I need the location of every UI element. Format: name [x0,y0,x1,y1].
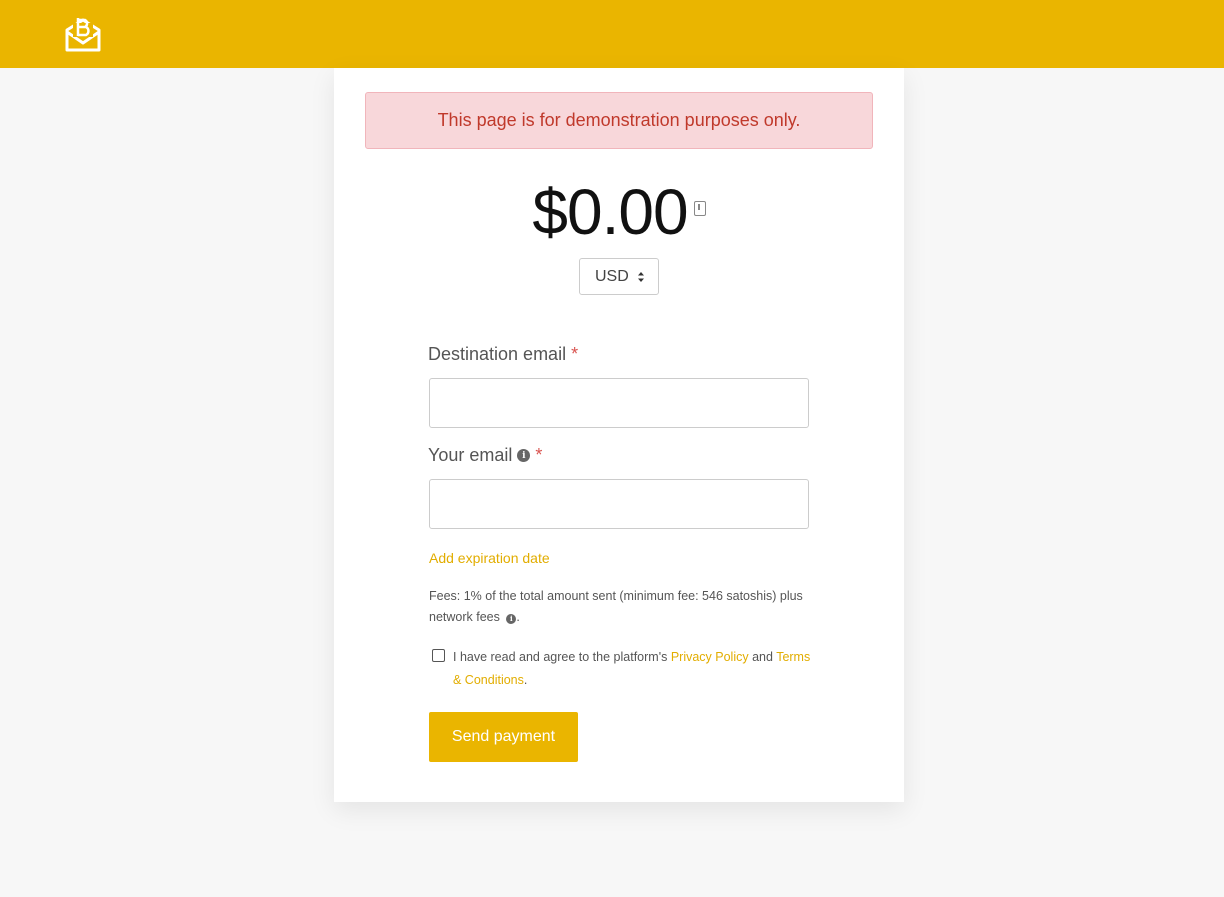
agree-and: and [748,650,777,664]
envelope-bitcoin-logo-icon[interactable] [64,14,102,54]
your-email-label-text: Your email [428,445,513,465]
top-bar [0,0,1224,68]
amount-display: $0.00 [334,174,904,250]
agree-checkbox[interactable] [432,649,445,662]
fees-end: . [516,610,520,624]
demo-alert-text: This page is for demonstration purposes … [437,110,801,130]
destination-email-label-text: Destination email [428,344,567,364]
your-email-field[interactable] [429,479,809,529]
info-icon[interactable]: i [517,449,531,462]
currency-selected-value: USD [595,267,629,285]
payment-card: This page is for demonstration purposes … [334,68,904,802]
add-expiration-date-link[interactable]: Add expiration date [429,550,550,566]
send-payment-button[interactable]: Send payment [429,712,578,762]
your-email-label: Your email i * [428,445,542,466]
select-caret-icon [638,272,644,282]
currency-select[interactable]: USD [579,258,659,295]
demo-alert: This page is for demonstration purposes … [365,92,873,149]
receipt-icon[interactable] [693,200,706,216]
amount-value: $0.00 [532,176,688,248]
fees-note: Fees: 1% of the total amount sent (minim… [429,586,819,628]
required-mark: * [535,445,543,465]
agree-text: I have read and agree to the platform's … [453,646,818,692]
destination-email-label: Destination email * [428,344,578,365]
agree-prefix: I have read and agree to the platform's [453,650,671,664]
agree-suffix: . [523,673,528,687]
required-mark: * [571,344,579,364]
network-fees-info-icon[interactable]: i [506,613,517,624]
privacy-policy-link[interactable]: Privacy Policy [671,650,749,664]
destination-email-field[interactable] [429,378,809,428]
fees-text: Fees: 1% of the total amount sent (minim… [429,589,803,624]
